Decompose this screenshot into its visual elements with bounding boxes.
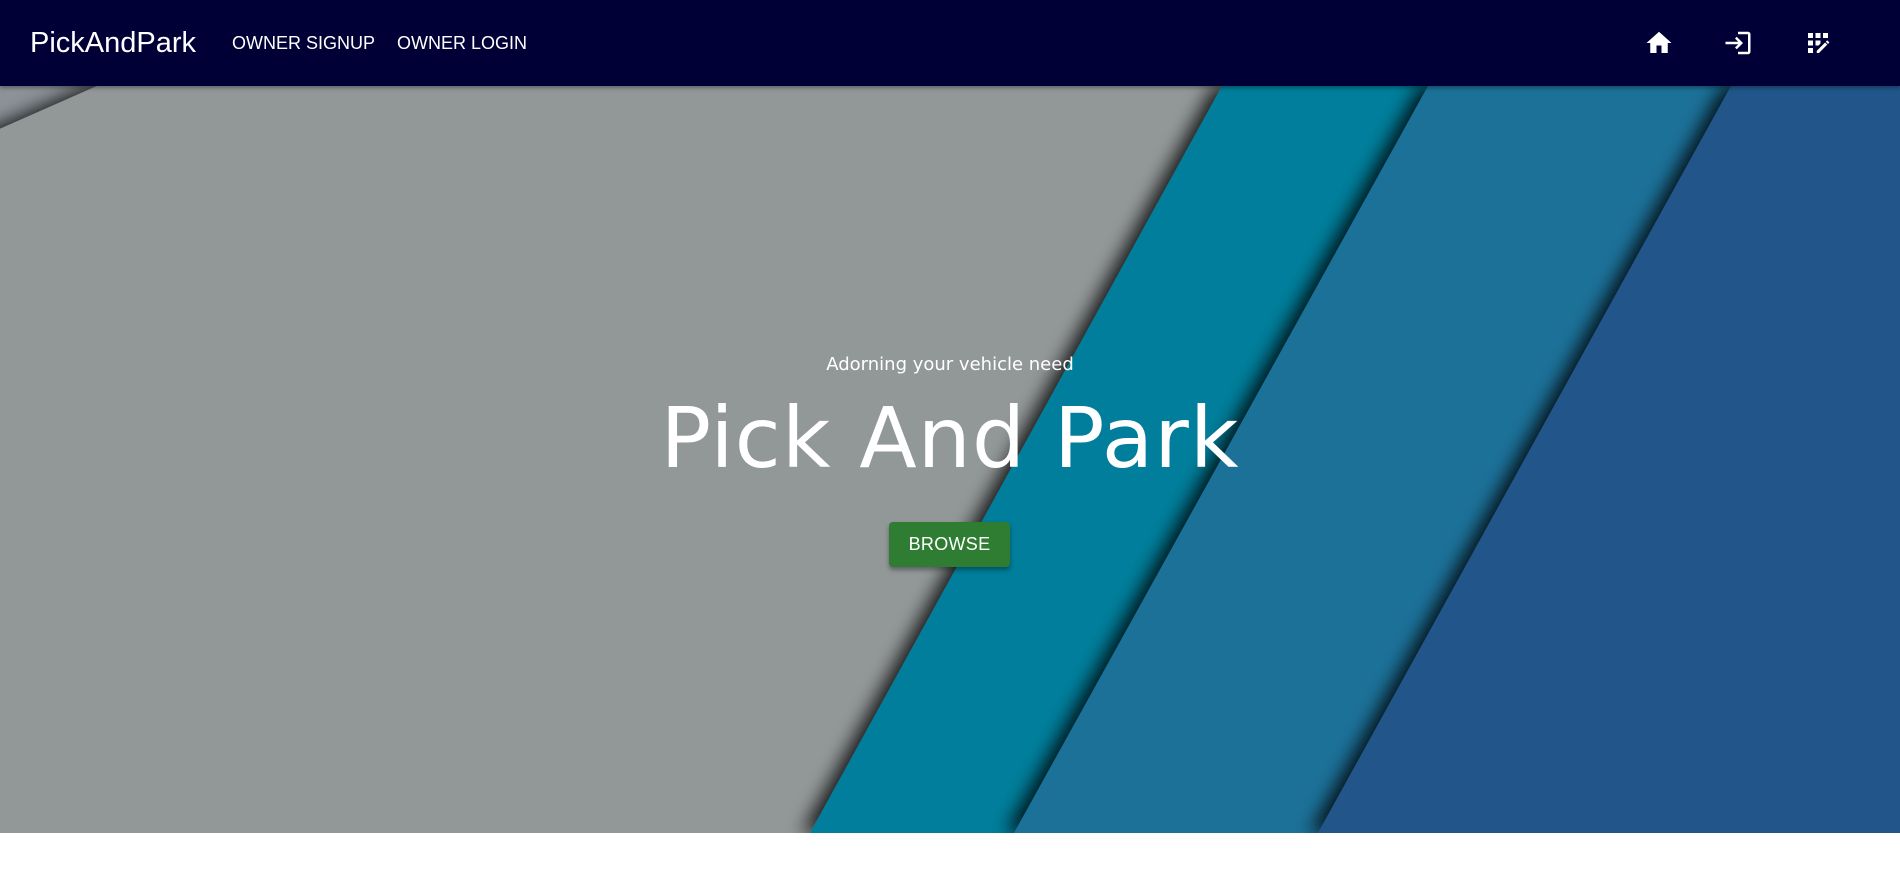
app-registration-icon[interactable] — [1801, 26, 1835, 60]
hero-content: Adorning your vehicle need Pick And Park… — [0, 86, 1900, 833]
hero-banner: Adorning your vehicle need Pick And Park… — [0, 86, 1900, 833]
hero-tagline: Adorning your vehicle need — [826, 354, 1074, 375]
top-navbar: PickAndPark OWNER SIGNUP OWNER LOGIN — [0, 0, 1900, 86]
hero-title: Pick And Park — [660, 389, 1240, 487]
login-icon[interactable] — [1721, 26, 1755, 60]
owner-signup-link[interactable]: OWNER SIGNUP — [232, 0, 375, 86]
brand-logo[interactable]: PickAndPark — [30, 0, 196, 86]
owner-login-link[interactable]: OWNER LOGIN — [397, 0, 527, 86]
home-icon[interactable] — [1642, 26, 1676, 60]
browse-button[interactable]: BROWSE — [889, 522, 1010, 567]
